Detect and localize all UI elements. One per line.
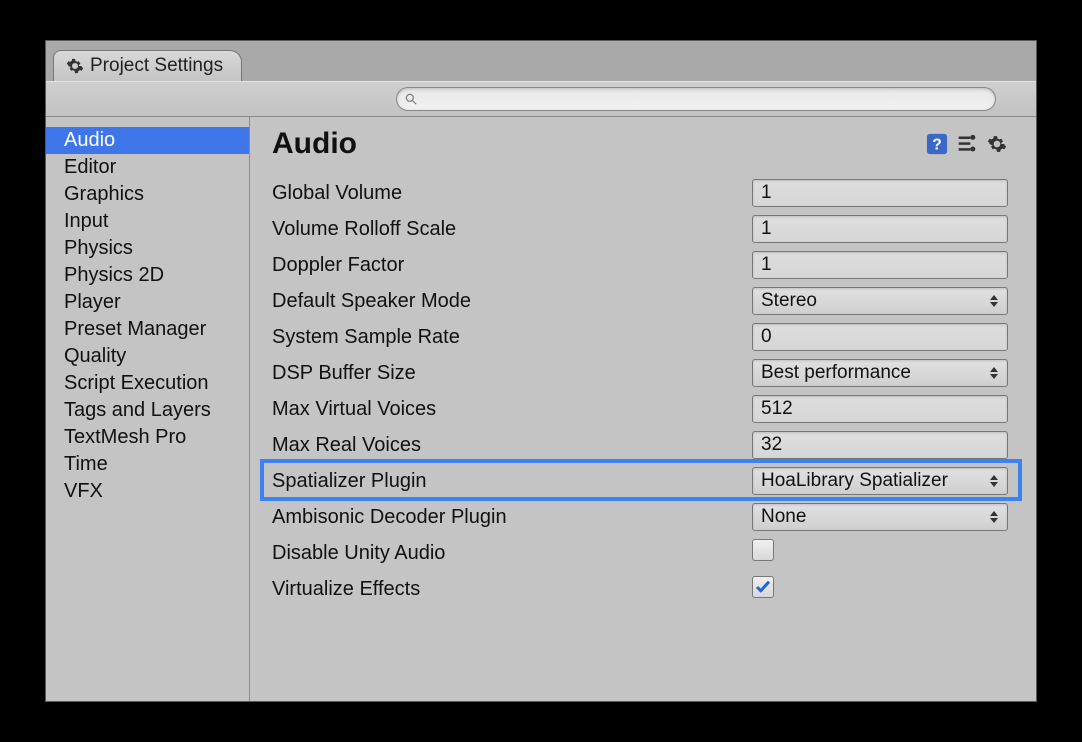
fields: Global Volume1Volume Rolloff Scale1Doppl… <box>272 175 1008 607</box>
sidebar-item-label: Physics <box>64 237 133 259</box>
checkmark-icon <box>754 578 772 596</box>
page-title: Audio <box>272 127 357 161</box>
field-label: Default Speaker Mode <box>272 290 602 313</box>
field-ambisonic-decoder-plugin: Ambisonic Decoder Plugin None <box>272 499 1008 535</box>
settings-gear-icon[interactable] <box>986 133 1008 155</box>
text-input-value: 32 <box>761 434 782 456</box>
tab-label: Project Settings <box>90 55 223 77</box>
field-label: Volume Rolloff Scale <box>272 218 602 241</box>
field-label: Doppler Factor <box>272 254 602 277</box>
sidebar-item-label: VFX <box>64 480 103 502</box>
field-spatializer-plugin: Spatializer Plugin HoaLibrary Spatializer <box>272 463 1008 499</box>
field-label: Max Virtual Voices <box>272 398 602 421</box>
text-input[interactable]: 0 <box>752 323 1008 351</box>
field-default-speaker-mode: Default Speaker Mode Stereo <box>272 283 1008 319</box>
field-label: Spatializer Plugin <box>272 470 602 493</box>
text-input[interactable]: 512 <box>752 395 1008 423</box>
sidebar-item-label: Editor <box>64 156 116 178</box>
search-icon <box>404 92 418 106</box>
text-input-value: 0 <box>761 326 772 348</box>
tab-bar: Project Settings <box>46 41 1036 81</box>
field-disable-unity-audio: Disable Unity Audio <box>272 535 1008 571</box>
text-input-value: 1 <box>761 182 772 204</box>
field-global-volume: Global Volume 1 <box>272 175 1008 211</box>
field-label: Max Real Voices <box>272 434 602 457</box>
text-input[interactable]: 1 <box>752 179 1008 207</box>
field-doppler-factor: Doppler Factor 1 <box>272 247 1008 283</box>
dropdown-value: None <box>761 506 806 528</box>
sidebar-item-time[interactable]: Time <box>46 451 249 478</box>
tab-project-settings[interactable]: Project Settings <box>53 50 242 81</box>
sidebar-item-label: Graphics <box>64 183 144 205</box>
project-settings-panel: Project Settings Audio Editor Graphics Inpu… <box>45 40 1037 702</box>
text-input[interactable]: 1 <box>752 251 1008 279</box>
field-dsp-buffer-size: DSP Buffer Size Best performance <box>272 355 1008 391</box>
dropdown[interactable]: Stereo <box>752 287 1008 315</box>
text-input[interactable]: 1 <box>752 215 1008 243</box>
field-max-virtual-voices: Max Virtual Voices 512 <box>272 391 1008 427</box>
field-label: Disable Unity Audio <box>272 542 602 565</box>
sidebar-item-quality[interactable]: Quality <box>46 343 249 370</box>
checkbox[interactable] <box>752 539 774 561</box>
body: Audio Editor Graphics Input Physics Physics 2… <box>46 117 1036 701</box>
sidebar-item-label: Input <box>64 210 108 232</box>
field-virtualize-effects: Virtualize Effects <box>272 571 1008 607</box>
dropdown-value: Best performance <box>761 362 911 384</box>
text-input[interactable]: 32 <box>752 431 1008 459</box>
dropdown-value: Stereo <box>761 290 817 312</box>
sidebar-item-audio[interactable]: Audio <box>46 127 249 154</box>
chevron-updown-icon <box>989 367 999 379</box>
dropdown[interactable]: Best performance <box>752 359 1008 387</box>
dropdown[interactable]: HoaLibrary Spatializer <box>752 467 1008 495</box>
search-row <box>46 81 1036 117</box>
sidebar-item-label: Quality <box>64 345 126 367</box>
sidebar-item-label: Player <box>64 291 121 313</box>
sidebar-item-graphics[interactable]: Graphics <box>46 181 249 208</box>
text-input-value: 512 <box>761 398 793 420</box>
text-input-value: 1 <box>761 218 772 240</box>
sidebar-item-preset-manager[interactable]: Preset Manager <box>46 316 249 343</box>
svg-text:?: ? <box>932 137 942 154</box>
sidebar-item-vfx[interactable]: VFX <box>46 478 249 505</box>
field-system-sample-rate: System Sample Rate 0 <box>272 319 1008 355</box>
checkbox[interactable] <box>752 576 774 598</box>
main-header: Audio ? <box>272 127 1008 161</box>
sidebar-item-editor[interactable]: Editor <box>46 154 249 181</box>
chevron-updown-icon <box>989 511 999 523</box>
field-label: Global Volume <box>272 182 602 205</box>
sidebar-item-label: Time <box>64 453 108 475</box>
gear-icon <box>66 57 84 75</box>
field-volume-rolloff-scale: Volume Rolloff Scale 1 <box>272 211 1008 247</box>
sidebar-item-label: Audio <box>64 129 115 151</box>
sidebar-item-player[interactable]: Player <box>46 289 249 316</box>
sidebar-item-physics[interactable]: Physics <box>46 235 249 262</box>
text-input-value: 1 <box>761 254 772 276</box>
sidebar-item-textmesh-pro[interactable]: TextMesh Pro <box>46 424 249 451</box>
chevron-updown-icon <box>989 475 999 487</box>
sidebar-item-label: Tags and Layers <box>64 399 211 421</box>
chevron-updown-icon <box>989 295 999 307</box>
presets-icon[interactable] <box>956 133 978 155</box>
sidebar-item-label: TextMesh Pro <box>64 426 186 448</box>
field-label: Ambisonic Decoder Plugin <box>272 506 602 529</box>
field-label: Virtualize Effects <box>272 578 602 601</box>
sidebar-item-label: Script Execution <box>64 372 209 394</box>
main-content: Audio ? Global Volume1Volume Rolloff Sca… <box>250 117 1036 701</box>
header-icons: ? <box>926 133 1008 155</box>
sidebar: Audio Editor Graphics Input Physics Physics 2… <box>46 117 250 701</box>
search-input[interactable] <box>396 87 996 111</box>
sidebar-item-input[interactable]: Input <box>46 208 249 235</box>
sidebar-item-label: Physics 2D <box>64 264 164 286</box>
field-label: System Sample Rate <box>272 326 602 349</box>
sidebar-item-script-execution[interactable]: Script Execution <box>46 370 249 397</box>
field-label: DSP Buffer Size <box>272 362 602 385</box>
sidebar-item-physics-2d[interactable]: Physics 2D <box>46 262 249 289</box>
field-max-real-voices: Max Real Voices 32 <box>272 427 1008 463</box>
sidebar-item-tags-and-layers[interactable]: Tags and Layers <box>46 397 249 424</box>
dropdown-value: HoaLibrary Spatializer <box>761 470 948 492</box>
help-icon[interactable]: ? <box>926 133 948 155</box>
dropdown[interactable]: None <box>752 503 1008 531</box>
sidebar-item-label: Preset Manager <box>64 318 206 340</box>
